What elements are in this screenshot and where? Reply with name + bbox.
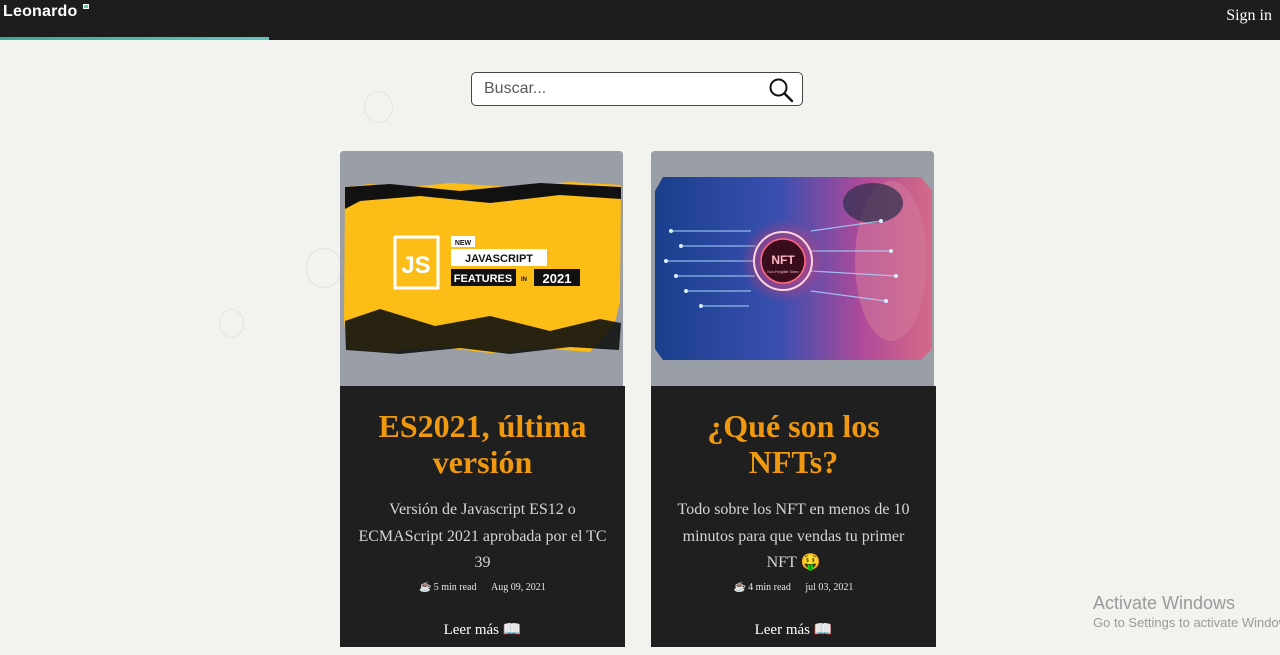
nft-badge-subtext: Non-Fungible Token: [767, 270, 798, 274]
reading-progress-bar: [0, 37, 1280, 40]
brand-logo[interactable]: Leonardo: [3, 3, 78, 21]
post-meta: ☕ 4 min read jul 03, 2021: [651, 582, 936, 593]
js-cover-line1: JAVASCRIPT: [465, 253, 533, 265]
coffee-icon: ☕: [733, 582, 747, 593]
read-time: 4 min read: [748, 582, 791, 593]
post-date: jul 03, 2021: [805, 582, 854, 593]
read-more-link[interactable]: Leer más 📖: [651, 620, 936, 639]
js-cover-in: IN: [521, 277, 527, 283]
top-navbar: Leonardo Sign in: [0, 0, 1280, 39]
js-badge-text: JS: [401, 252, 430, 279]
post-cover-image[interactable]: NFT Non-Fungible Token: [651, 151, 934, 387]
post-description: Todo sobre los NFT en menos de 10 minuto…: [677, 501, 910, 571]
post-card-body: ¿Qué son los NFTs? Todo sobre los NFT en…: [651, 386, 936, 647]
post-title[interactable]: ES2021, última versión: [350, 408, 615, 480]
sign-in-link[interactable]: Sign in: [1226, 7, 1272, 25]
post-date: Aug 09, 2021: [490, 582, 546, 593]
reading-progress-fill: [0, 37, 269, 40]
brand-mark-icon: [83, 4, 89, 9]
read-more-link[interactable]: Leer más 📖: [340, 620, 625, 639]
watermark-subtitle: Go to Settings to activate Windows.: [1093, 615, 1280, 630]
decorative-bubble: [219, 309, 244, 338]
search-box: [471, 72, 803, 106]
decorative-bubble: [364, 91, 393, 123]
decorative-bubble: [306, 248, 342, 288]
post-meta: ☕ 5 min read Aug 09, 2021: [340, 582, 625, 593]
coffee-icon: ☕: [419, 582, 432, 593]
post-card[interactable]: NFT Non-Fungible Token ¿Qué son los NFTs…: [651, 151, 936, 647]
post-cover-image[interactable]: JS NEW JAVASCRIPT FEATURES IN 2021: [340, 151, 623, 387]
search-icon[interactable]: [768, 77, 794, 103]
js-cover-year: 2021: [543, 271, 572, 286]
post-card[interactable]: JS NEW JAVASCRIPT FEATURES IN 2021 ES202…: [340, 151, 625, 647]
js-new-tag: NEW: [455, 240, 472, 247]
nft-cover-art: NFT Non-Fungible Token: [651, 151, 934, 387]
search-input[interactable]: [484, 78, 754, 100]
post-description: Versión de Javascript ES12 o ECMAScript …: [358, 501, 607, 571]
watermark-title: Activate Windows: [1093, 593, 1236, 613]
javascript-cover-art: JS NEW JAVASCRIPT FEATURES IN 2021: [340, 151, 623, 387]
post-title[interactable]: ¿Qué son los NFTs?: [661, 408, 926, 480]
nft-badge-text: NFT: [771, 253, 795, 267]
post-card-body: ES2021, última versión Versión de Javasc…: [340, 386, 625, 647]
read-time: 5 min read: [433, 582, 477, 593]
activate-windows-watermark: Activate Windows Go to Settings to activ…: [1093, 592, 1280, 632]
js-cover-line2: FEATURES: [454, 273, 512, 285]
